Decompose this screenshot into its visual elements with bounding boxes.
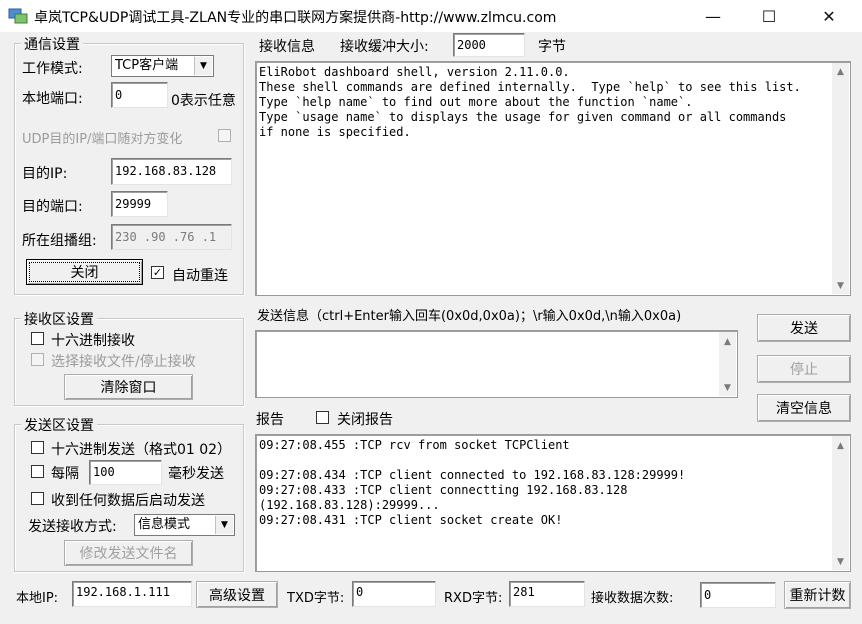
report-scrollbar[interactable]	[832, 436, 849, 570]
advanced-settings-button[interactable]: 高级设置	[196, 581, 278, 608]
rxd-field: 281	[509, 581, 585, 607]
buffer-size-input[interactable]: 2000	[453, 33, 525, 57]
dest-ip-label: 目的IP:	[22, 166, 68, 182]
auto-reconnect-label: 自动重连	[172, 268, 228, 284]
hex-send-label: 十六进制发送（格式01 02）	[51, 442, 232, 458]
recv-file-checkbox[interactable]	[31, 353, 44, 366]
scroll-up-icon[interactable]: ▲	[832, 437, 849, 454]
recount-button[interactable]: 重新计数	[784, 581, 851, 609]
scroll-down-icon[interactable]: ▼	[832, 277, 849, 294]
send-button[interactable]: 发送	[757, 314, 851, 342]
local-ip-label: 本地IP:	[16, 591, 59, 606]
recv-settings-title: 接收区设置	[21, 309, 97, 329]
receive-scrollbar[interactable]	[832, 63, 849, 294]
multicast-label: 所在组播组:	[22, 233, 97, 249]
hex-send-checkbox[interactable]	[31, 441, 44, 454]
modify-send-file-button[interactable]: 修改发送文件名	[64, 540, 193, 566]
receive-content: EliRobot dashboard shell, version 2.11.0…	[259, 65, 801, 139]
close-report-checkbox[interactable]	[316, 411, 329, 424]
txd-field: 0	[352, 581, 436, 607]
chevron-down-icon: ▼	[215, 516, 233, 534]
recv-file-label: 选择接收文件/停止接收	[51, 354, 196, 370]
hex-recv-checkbox[interactable]	[31, 332, 44, 345]
local-port-input[interactable]: 0	[111, 82, 168, 108]
dest-port-input[interactable]: 29999	[111, 191, 168, 217]
comm-settings-title: 通信设置	[21, 34, 83, 54]
work-mode-value: TCP客户端	[115, 58, 179, 73]
dest-ip-input[interactable]: 192.168.83.128	[111, 158, 232, 185]
work-mode-label: 工作模式:	[22, 61, 83, 77]
local-port-label: 本地端口:	[22, 91, 83, 107]
send-settings-title: 发送区设置	[21, 415, 97, 435]
report-content: 09:27:08.455 :TCP rcv from socket TCPCli…	[259, 438, 686, 527]
window-title: 卓岚TCP&UDP调试工具-ZLAN专业的串口联网方案提供商-http://ww…	[34, 10, 557, 26]
clear-window-button[interactable]: 清除窗口	[64, 374, 193, 400]
hex-recv-label: 十六进制接收	[51, 333, 135, 349]
txd-label: TXD字节:	[287, 591, 345, 606]
clear-info-button[interactable]: 清空信息	[757, 394, 851, 422]
scroll-up-icon[interactable]: ▲	[832, 63, 849, 80]
report-textarea[interactable]: 09:27:08.455 :TCP rcv from socket TCPCli…	[255, 434, 851, 572]
stop-button[interactable]: 停止	[757, 355, 851, 383]
auto-send-checkbox[interactable]	[31, 492, 44, 505]
close-connection-button[interactable]: 关闭	[26, 259, 143, 285]
every-label: 每隔	[51, 466, 79, 482]
auto-send-label: 收到任何数据后启动发送	[51, 493, 205, 509]
buffer-size-label: 接收缓冲大小:	[340, 39, 429, 55]
udp-dest-follow-checkbox[interactable]	[218, 129, 231, 142]
multicast-input[interactable]: 230 .90 .76 .1	[111, 224, 232, 250]
local-ip-field: 192.168.1.111	[72, 581, 192, 607]
auto-reconnect-checkbox[interactable]: ✓	[151, 266, 164, 279]
close-window-button[interactable]: ✕	[806, 0, 852, 32]
scroll-up-icon[interactable]: ▲	[719, 333, 736, 350]
receive-textarea[interactable]: EliRobot dashboard shell, version 2.11.0…	[255, 61, 851, 296]
report-label: 报告	[256, 412, 284, 428]
app-icon	[8, 8, 28, 24]
interval-input[interactable]: 100	[89, 460, 162, 485]
recv-count-field: 0	[700, 582, 776, 608]
rxd-label: RXD字节:	[444, 591, 503, 606]
maximize-button[interactable]: ☐	[746, 0, 792, 32]
timed-send-checkbox[interactable]	[31, 465, 44, 478]
ms-send-label: 毫秒发送	[168, 466, 224, 482]
send-mode-value: 信息模式	[138, 517, 191, 532]
work-mode-select[interactable]: TCP客户端 ▼	[111, 55, 214, 77]
chevron-down-icon: ▼	[194, 57, 212, 75]
recv-count-label: 接收数据次数:	[591, 591, 674, 606]
send-textarea[interactable]	[255, 330, 738, 398]
send-mode-label: 发送接收方式:	[28, 519, 117, 535]
send-info-label: 发送信息（ctrl+Enter输入回车(0x0d,0x0a)；\r输入0x0d,…	[257, 309, 682, 324]
local-port-hint: 0表示任意	[171, 93, 236, 109]
scroll-down-icon[interactable]: ▼	[719, 379, 736, 396]
receive-label: 接收信息	[259, 39, 315, 55]
buffer-unit-label: 字节	[538, 39, 566, 55]
minimize-button[interactable]: —	[690, 0, 736, 32]
dest-port-label: 目的端口:	[22, 199, 83, 215]
send-mode-select[interactable]: 信息模式 ▼	[134, 514, 235, 536]
udp-dest-follow-label: UDP目的IP/端口随对方变化	[22, 132, 183, 147]
scroll-down-icon[interactable]: ▼	[832, 553, 849, 570]
close-report-label: 关闭报告	[337, 412, 393, 428]
